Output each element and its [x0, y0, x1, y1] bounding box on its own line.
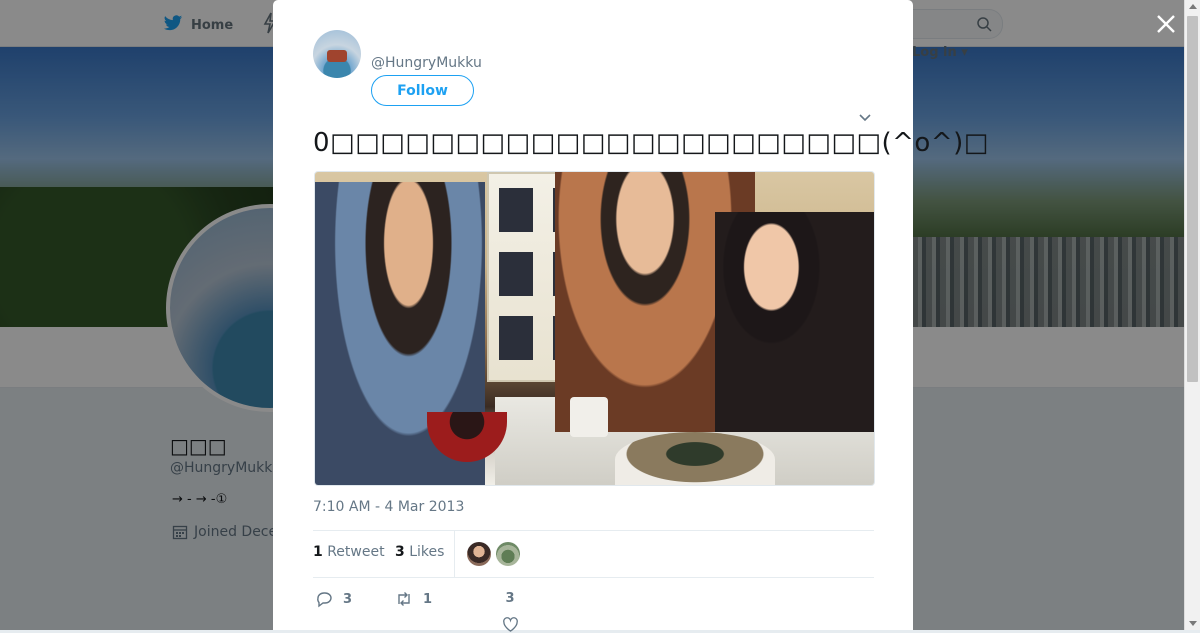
photo-soba-plate	[615, 432, 775, 485]
close-icon[interactable]	[1154, 12, 1178, 36]
scroll-down-arrow-icon[interactable]	[1189, 621, 1197, 626]
tweet-modal: @HungryMukku Follow 0□□□□□□□□□□□□□□□□□□□…	[273, 0, 988, 633]
scrollbar[interactable]	[1184, 0, 1200, 630]
liker-avatar[interactable]	[496, 542, 520, 566]
tweet-text: 0□□□□□□□□□□□□□□□□□□□□□□(^o^)□	[313, 128, 989, 158]
heart-icon	[502, 617, 518, 632]
retweet-button[interactable]: 1	[395, 590, 432, 608]
tweet-actions: 3 1 3	[313, 588, 874, 633]
retweet-stat[interactable]: 1 Retweet	[313, 544, 385, 560]
likes-stat-label: Likes	[409, 544, 445, 560]
likes-stat-count: 3	[395, 544, 405, 560]
photo-mug	[570, 397, 608, 437]
retweet-stat-count: 1	[313, 544, 323, 560]
stats-divider	[454, 531, 455, 577]
chevron-down-icon[interactable]	[857, 110, 873, 126]
likes-stat[interactable]: 3 Likes	[395, 544, 444, 560]
follow-button[interactable]: Follow	[371, 75, 474, 106]
tweet-author-avatar[interactable]	[313, 30, 361, 78]
scrollbar-thumb[interactable]	[1187, 16, 1198, 382]
photo-person	[715, 212, 874, 432]
retweet-stat-label: Retweet	[327, 544, 385, 560]
tweet-stats: 1 Retweet 3 Likes	[313, 530, 874, 578]
tweet-timestamp[interactable]: 7:10 AM - 4 Mar 2013	[313, 499, 464, 515]
liker-avatar[interactable]	[467, 542, 491, 566]
tweet-author-handle[interactable]: @HungryMukku	[371, 55, 482, 71]
tweet-photo[interactable]	[314, 171, 875, 486]
scroll-up-arrow-icon[interactable]	[1189, 4, 1197, 9]
reply-count: 3	[343, 591, 353, 607]
reply-icon	[317, 592, 332, 608]
retweet-count: 1	[423, 591, 433, 607]
reply-button[interactable]: 3	[315, 590, 352, 608]
like-count: 3	[505, 591, 515, 606]
retweet-icon	[398, 592, 410, 606]
like-button[interactable]: 3	[500, 591, 520, 633]
